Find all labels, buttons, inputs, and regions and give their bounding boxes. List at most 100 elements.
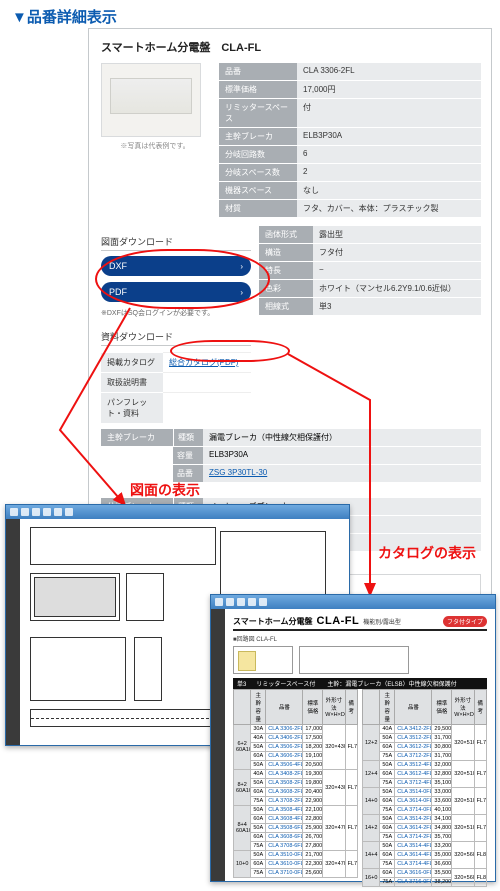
spec-value: 6 [297, 146, 481, 163]
catalog-part-link[interactable]: CLA 3616-0FL [395, 869, 432, 878]
catalog-part-link[interactable]: CLA 3714-2FL [395, 833, 432, 842]
toolbar-icon[interactable] [259, 598, 267, 606]
spec-key: 品番 [219, 63, 297, 80]
catalog-page: スマートホーム分電盤 CLA-FL 機能別/露出型 フタ付タイプ ■回路図 CL… [225, 609, 495, 891]
catalog-group: 16+0 [363, 869, 380, 887]
catalog-part-link[interactable]: CLA 3608-6FL [266, 833, 303, 842]
download-pdf-button[interactable]: PDF› [101, 282, 251, 302]
spec-key: 函体形式 [259, 225, 313, 243]
catalog-part-link[interactable]: CLA 3506-4FL [266, 761, 303, 770]
toolbar-icon[interactable] [21, 508, 29, 516]
catalog-part-link[interactable]: CLA 3614-4FL [395, 851, 432, 860]
toolbar-icon[interactable] [32, 508, 40, 516]
spec-key: 材質 [219, 200, 297, 217]
doc-value [163, 392, 251, 423]
catalog-part-link[interactable]: CLA 3514-4FL [395, 842, 432, 851]
catalog-part-link[interactable]: CLA 3714-4FL [395, 860, 432, 869]
toolbar-icon[interactable] [10, 508, 18, 516]
catalog-part-link[interactable]: CLA 3408-2FL [266, 770, 303, 779]
caption-drawing: 図面の表示 [130, 480, 200, 500]
catalog-part-link[interactable]: CLA 3406-2FL [266, 734, 303, 743]
spec-value: 付 [297, 99, 481, 127]
dxf-note: ※DXFはSQ会ログインが必要です。 [101, 308, 251, 318]
toolbar-icon[interactable] [43, 508, 51, 516]
spec-key: 機器スペース [219, 182, 297, 199]
catalog-bar-a: リミッタースペース付 [250, 678, 321, 689]
toolbar-icon[interactable] [215, 598, 223, 606]
doc-key: 取扱説明書 [101, 372, 163, 392]
catalog-part-link[interactable]: CLA 3508-2FL [266, 779, 303, 788]
spec-value: なし [297, 182, 481, 199]
product-image-caption: ※写真は代表例です。 [101, 141, 209, 151]
catalog-part-link[interactable]: CLA 3512-4FL [395, 761, 432, 770]
catalog-part-link[interactable]: CLA 3512-2FL [395, 734, 432, 743]
toolbar-icon[interactable] [226, 598, 234, 606]
spec-value: フタ、カバー、本体：プラスチック製 [297, 200, 481, 217]
toolbar-icon[interactable] [65, 508, 73, 516]
caption-catalog: カタログの表示 [378, 543, 476, 563]
catalog-part-link[interactable]: CLA 3710-0FL [266, 869, 303, 878]
catalog-part-link[interactable]: CLA 3708-2FL [266, 797, 303, 806]
spec-table: 品番CLA 3306-2FL標準価格17,000円リミッタースペース付主幹ブレー… [219, 63, 481, 217]
spec-value: 2 [297, 164, 481, 181]
catalog-part-link[interactable]: CLA 3614-2FL [395, 824, 432, 833]
spec-value: ホワイト（マンセル6.2Y9.1/0.6近似） [313, 279, 481, 297]
catalog-part-link[interactable]: CLA 3612-2FL [395, 743, 432, 752]
catalog-table-right: 主幹容量品番標準価格外形寸法 W×H×D備考12+240ACLA 3412-2F… [362, 689, 487, 887]
breaker-value[interactable]: ZSG 3P30TL-30 [203, 464, 481, 482]
toolbar-icon[interactable] [248, 598, 256, 606]
spec-key: 色彩 [259, 279, 313, 297]
spec-key: 特長 [259, 261, 313, 279]
catalog-mini-diagram [233, 646, 293, 674]
viewer-sidebar[interactable] [6, 519, 20, 745]
catalog-part-link[interactable]: CLA 3412-2FL [395, 725, 432, 734]
catalog-part-link[interactable]: CLA 3510-0FL [266, 851, 303, 860]
catalog-part-link[interactable]: CLA 3716-0FL [395, 878, 432, 887]
catalog-part-link[interactable]: CLA 3606-2FL [266, 752, 303, 761]
catalog-part-link[interactable]: CLA 3608-2FL [266, 788, 303, 797]
catalog-part-link[interactable]: CLA 3508-6FL [266, 824, 303, 833]
chevron-right-icon: › [240, 288, 243, 297]
spec-key: 相線式 [259, 297, 313, 315]
download-dxf-button[interactable]: DXF› [101, 256, 251, 276]
catalog-part-link[interactable]: CLA 3508-4FL [266, 806, 303, 815]
doc-key: 掲載カタログ [101, 352, 163, 372]
spec-value: フタ付 [313, 243, 481, 261]
doc-key: パンフレット・資料 [101, 392, 163, 423]
catalog-tag: 機能別/露出型 [363, 617, 401, 626]
catalog-part-link[interactable]: CLA 3506-2FL [266, 743, 303, 752]
toolbar-icon[interactable] [237, 598, 245, 606]
catalog-part-link[interactable]: CLA 3708-6FL [266, 842, 303, 851]
catalog-part-link[interactable]: CLA 3712-2FL [395, 752, 432, 761]
spec-value: 17,000円 [297, 81, 481, 98]
viewer-toolbar[interactable] [6, 505, 349, 519]
catalog-badge: フタ付タイプ [443, 616, 487, 627]
catalog-group: 10+0 [234, 851, 251, 878]
catalog-part-link[interactable]: CLA 3614-0FL [395, 797, 432, 806]
catalog-subtitle: ■回路図 CLA-FL [233, 634, 487, 643]
catalog-part-link[interactable]: CLA 3712-4FL [395, 779, 432, 788]
doc-value [163, 372, 251, 392]
catalog-part-link[interactable]: CLA 3514-2FL [395, 815, 432, 824]
catalog-title-en: CLA-FL [317, 615, 360, 627]
catalog-group: 6+260A100A [234, 725, 251, 770]
catalog-part-link[interactable]: CLA 3306-2FL [266, 725, 303, 734]
catalog-part-link[interactable]: CLA 3610-0FL [266, 860, 303, 869]
toolbar-icon[interactable] [54, 508, 62, 516]
doc-value[interactable]: 総合カタログ(PDF) [163, 352, 251, 372]
catalog-group: 8+260A100A [234, 770, 251, 806]
spec-key: 主幹ブレーカ [219, 128, 297, 145]
catalog-group: 14+2 [363, 815, 380, 842]
catalog-part-link[interactable]: CLA 3608-4FL [266, 815, 303, 824]
viewer-toolbar[interactable] [211, 595, 495, 609]
chevron-right-icon: › [240, 262, 243, 271]
catalog-group: 14+0 [363, 788, 380, 815]
catalog-bar-b: 主幹：漏電ブレーカ（ELSB）中性線欠相保護付 [321, 678, 487, 689]
catalog-part-link[interactable]: CLA 3514-0FL [395, 788, 432, 797]
catalog-table-left: 主幹容量品番標準価格外形寸法 W×H×D備考6+260A100A30ACLA 3… [233, 689, 358, 878]
catalog-part-link[interactable]: CLA 3612-4FL [395, 770, 432, 779]
viewer-sidebar[interactable] [211, 609, 225, 881]
document-download-header: 資料ダウンロード [101, 330, 251, 346]
spec-key: 分岐回路数 [219, 146, 297, 163]
catalog-part-link[interactable]: CLA 3714-0FL [395, 806, 432, 815]
